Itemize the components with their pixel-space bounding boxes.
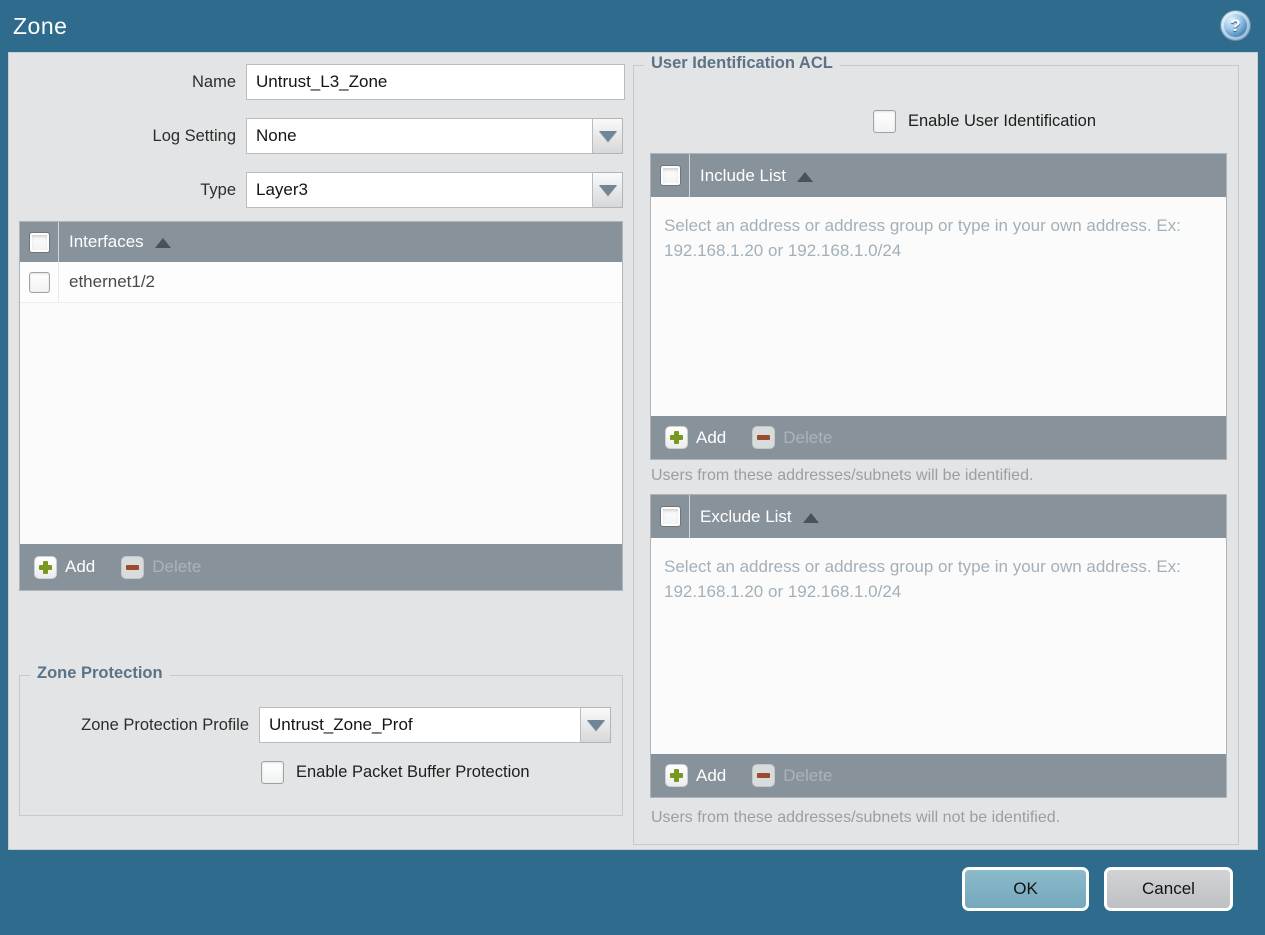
zone-protection-profile-dropdown-button[interactable] [581,707,611,743]
zone-protection-legend: Zone Protection [30,664,170,683]
log-setting-select[interactable]: None [246,118,623,154]
enable-packet-buffer-protection-checkbox[interactable] [261,761,284,784]
type-value[interactable]: Layer3 [246,172,593,208]
name-input[interactable] [246,64,625,100]
log-setting-dropdown-button[interactable] [593,118,623,154]
type-label: Type [200,180,236,199]
exclude-list-footer: Add Delete [651,754,1226,797]
interfaces-header-checkbox-cell [20,222,59,262]
sort-ascending-icon[interactable] [797,171,813,182]
delete-icon [752,426,776,449]
add-icon [665,764,688,787]
enable-user-identification-row: Enable User Identification [873,110,1096,133]
interface-row-checkbox[interactable] [28,271,50,293]
include-list-body[interactable]: Select an address or address group or ty… [651,197,1226,416]
chevron-down-icon [598,130,617,142]
select-all-include-checkbox[interactable] [659,165,681,186]
interface-row-checkbox-cell [20,262,59,302]
packet-buffer-row: Enable Packet Buffer Protection [261,761,530,784]
ok-button[interactable]: OK [962,867,1089,911]
exclude-list-table: Exclude List Select an address or addres… [650,494,1227,798]
zone-protection-section: Zone Protection Zone Protection Profile … [19,664,623,816]
interfaces-delete-button[interactable]: Delete [121,555,202,579]
include-list-column-header[interactable]: Include List [700,166,786,186]
chevron-down-icon [586,719,605,731]
log-setting-row: Log Setting None [9,118,625,154]
add-label: Add [65,557,96,576]
cancel-button[interactable]: Cancel [1104,867,1233,911]
zone-form: Name Log Setting None Type Layer3 [9,64,625,208]
packet-buffer-label: Enable Packet Buffer Protection [296,763,530,781]
select-all-interfaces-checkbox[interactable] [28,231,50,253]
delete-label: Delete [783,765,833,785]
chevron-down-icon [598,184,617,196]
exclude-list-header: Exclude List [651,495,1226,538]
add-label: Add [696,427,727,447]
sort-ascending-icon[interactable] [802,512,819,523]
exclude-list-caption: Users from these addresses/subnets will … [651,809,1061,826]
interfaces-table-header: Interfaces [20,222,622,262]
name-label: Name [191,72,236,91]
delete-icon [752,764,776,787]
zone-dialog-screen: { "dialog": { "title": "Zone", "help_gly… [0,0,1265,935]
enable-user-identification-label: Enable User Identification [908,112,1097,130]
exclude-list-body[interactable]: Select an address or address group or ty… [651,538,1226,754]
interfaces-add-button[interactable]: Add [34,555,96,579]
add-icon [665,426,688,449]
delete-icon [121,555,145,579]
zone-protection-profile-label: Zone Protection Profile [81,715,249,734]
user-identification-acl-section: User Identification ACL Enable User Iden… [633,54,1239,845]
interface-name: ethernet1/2 [69,272,156,291]
include-header-checkbox-cell [651,154,690,197]
help-icon[interactable]: ? [1221,11,1250,40]
type-dropdown-button[interactable] [593,172,623,208]
include-list-header: Include List [651,154,1226,197]
exclude-header-checkbox-cell [651,495,690,538]
user-identification-acl-legend: User Identification ACL [644,54,840,73]
sort-ascending-icon[interactable] [154,238,171,248]
zone-protection-profile-select[interactable]: Untrust_Zone_Prof [259,707,611,743]
delete-label: Delete [152,557,202,576]
zone-protection-profile-value[interactable]: Untrust_Zone_Prof [259,707,581,743]
enable-user-identification-checkbox[interactable] [873,110,896,133]
interface-row[interactable]: ethernet1/2 [20,262,622,303]
include-add-button[interactable]: Add [665,426,726,449]
delete-label: Delete [783,427,833,447]
interfaces-column-header[interactable]: Interfaces [69,232,144,252]
include-list-table: Include List Select an address or addres… [650,153,1227,460]
include-list-footer: Add Delete [651,416,1226,459]
type-row: Type Layer3 [9,172,625,208]
add-icon [34,555,57,579]
interfaces-table-body: ethernet1/2 [20,262,622,544]
add-label: Add [696,765,727,785]
include-list-placeholder: Select an address or address group or ty… [664,216,1181,260]
include-delete-button[interactable]: Delete [752,426,832,449]
zone-dialog-body: Name Log Setting None Type Layer3 [8,52,1258,850]
exclude-list-column-header[interactable]: Exclude List [700,507,792,527]
log-setting-label: Log Setting [152,126,236,145]
zone-protection-profile-row: Zone Protection Profile Untrust_Zone_Pro… [20,707,611,743]
interfaces-table-footer: Add Delete [20,544,622,590]
dialog-title: Zone [13,13,68,39]
exclude-list-placeholder: Select an address or address group or ty… [664,557,1181,601]
exclude-delete-button[interactable]: Delete [752,764,832,787]
include-list-caption: Users from these addresses/subnets will … [651,467,1034,484]
select-all-exclude-checkbox[interactable] [659,506,681,527]
exclude-add-button[interactable]: Add [665,764,726,787]
type-select[interactable]: Layer3 [246,172,623,208]
name-row: Name [9,64,625,100]
interfaces-table: Interfaces ethernet1/2 Add Delete [19,221,623,591]
log-setting-value[interactable]: None [246,118,593,154]
